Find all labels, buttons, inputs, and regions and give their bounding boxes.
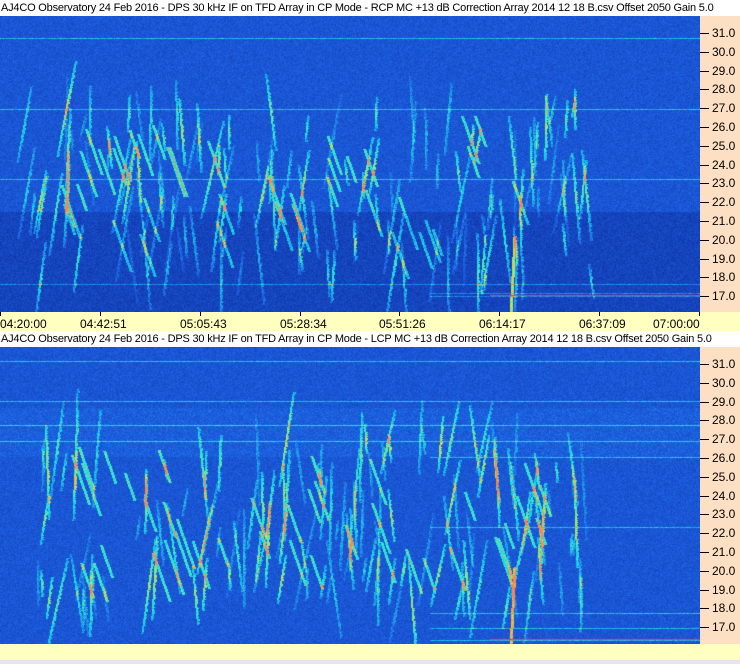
time-tick-label: 05:28:34: [280, 317, 327, 331]
frequency-tick: [700, 552, 709, 553]
frequency-tick-label: 17.0: [712, 620, 736, 635]
time-tick: [599, 312, 600, 316]
frequency-tick: [700, 296, 709, 298]
frequency-tick: [700, 145, 709, 147]
frequency-tick-label: 22.0: [712, 195, 736, 210]
frequency-tick-label: 30.0: [712, 44, 736, 59]
frequency-tick-label: 20.0: [712, 563, 736, 578]
time-tick-label: 05:51:26: [379, 317, 426, 331]
frequency-tick-label: 29.0: [712, 63, 736, 78]
frequency-tick-label: 29.0: [712, 394, 736, 409]
frequency-tick: [700, 202, 709, 204]
frequency-tick: [700, 458, 709, 459]
rcp-spectrogram: [0, 16, 700, 312]
time-tick-label: 04:20:00: [0, 317, 47, 331]
frequency-tick: [700, 33, 709, 34]
frequency-tick-label: 24.0: [712, 488, 736, 503]
frequency-tick: [700, 221, 709, 222]
time-tick: [699, 312, 700, 316]
frequency-tick-label: 20.0: [712, 232, 736, 247]
time-tick: [399, 312, 400, 316]
lcp-frequency-axis: 31.0 30.0 29.0 28.0 27.0 26.0 25.0 24.0 23.0 22.0…: [700, 347, 740, 644]
frequency-tick: [700, 108, 709, 110]
frequency-tick-label: 31.0: [712, 357, 736, 371]
frequency-tick: [700, 382, 709, 384]
frequency-tick-label: 24.0: [712, 157, 736, 172]
rcp-panel: AJ4CO Observatory 24 Feb 2016 - DPS 30 k…: [0, 0, 740, 331]
frequency-tick: [700, 239, 709, 241]
frequency-tick-label: 19.0: [712, 582, 736, 597]
frequency-tick-label: 19.0: [712, 251, 736, 266]
frequency-tick: [700, 589, 709, 591]
frequency-tick-label: 27.0: [712, 432, 736, 447]
frequency-tick: [700, 364, 709, 365]
frequency-tick: [700, 89, 709, 91]
time-tick: [200, 312, 201, 316]
time-tick-label: 05:05:43: [180, 317, 227, 331]
frequency-tick: [700, 608, 709, 610]
frequency-tick: [700, 258, 709, 260]
frequency-tick-label: 17.0: [712, 289, 736, 304]
frequency-tick: [700, 401, 709, 403]
time-tick-label: 04:42:51: [80, 317, 127, 331]
frequency-tick: [700, 570, 709, 572]
frequency-tick-label: 28.0: [712, 413, 736, 428]
lcp-spectrogram: [0, 347, 700, 644]
lcp-title: AJ4CO Observatory 24 Feb 2016 - DPS 30 k…: [0, 331, 740, 347]
frequency-tick: [700, 495, 709, 497]
rcp-title: AJ4CO Observatory 24 Feb 2016 - DPS 30 k…: [0, 0, 740, 16]
frequency-tick-label: 23.0: [712, 176, 736, 191]
frequency-tick: [700, 51, 709, 53]
time-tick: [300, 312, 301, 316]
frequency-tick: [700, 127, 709, 128]
time-tick: [100, 312, 101, 316]
time-axis: 04:20:00 04:42:51 05:05:43 05:28:34 05:51:26…: [0, 312, 740, 331]
frequency-tick-label: 22.0: [712, 526, 736, 541]
frequency-tick: [700, 627, 709, 629]
lcp-panel: AJ4CO Observatory 24 Feb 2016 - DPS 30 k…: [0, 331, 740, 660]
time-tick: [499, 312, 500, 316]
frequency-tick: [700, 70, 709, 72]
frequency-tick: [700, 277, 709, 279]
rcp-frequency-axis: 31.0 30.0 29.0 28.0 27.0 26.0 25.0 24.0 23.0 22.0…: [700, 16, 740, 312]
frequency-tick-label: 25.0: [712, 469, 736, 484]
frequency-tick-label: 26.0: [712, 120, 736, 134]
frequency-tick-label: 31.0: [712, 26, 736, 40]
frequency-tick: [700, 164, 709, 166]
frequency-tick-label: 25.0: [712, 138, 736, 153]
frequency-tick: [700, 183, 709, 185]
time-tick-label: 06:14:17: [479, 317, 526, 331]
frequency-tick-label: 18.0: [712, 601, 736, 616]
frequency-tick: [700, 514, 709, 516]
frequency-tick-label: 30.0: [712, 375, 736, 390]
frequency-tick: [700, 420, 709, 422]
frequency-tick-label: 26.0: [712, 451, 736, 465]
time-tick-label: 06:37:09: [579, 317, 626, 331]
frequency-tick-label: 28.0: [712, 82, 736, 97]
time-tick-label: 07:00:00: [653, 317, 700, 331]
frequency-tick-label: 23.0: [712, 507, 736, 522]
frequency-tick: [700, 533, 709, 535]
frequency-tick-label: 21.0: [712, 545, 736, 559]
frequency-tick-label: 18.0: [712, 270, 736, 285]
frequency-tick-label: 21.0: [712, 214, 736, 228]
lcp-time-axis-bar: [0, 644, 740, 660]
frequency-tick-label: 27.0: [712, 101, 736, 116]
frequency-tick: [700, 476, 709, 478]
frequency-tick: [700, 439, 709, 441]
time-tick: [0, 312, 1, 316]
